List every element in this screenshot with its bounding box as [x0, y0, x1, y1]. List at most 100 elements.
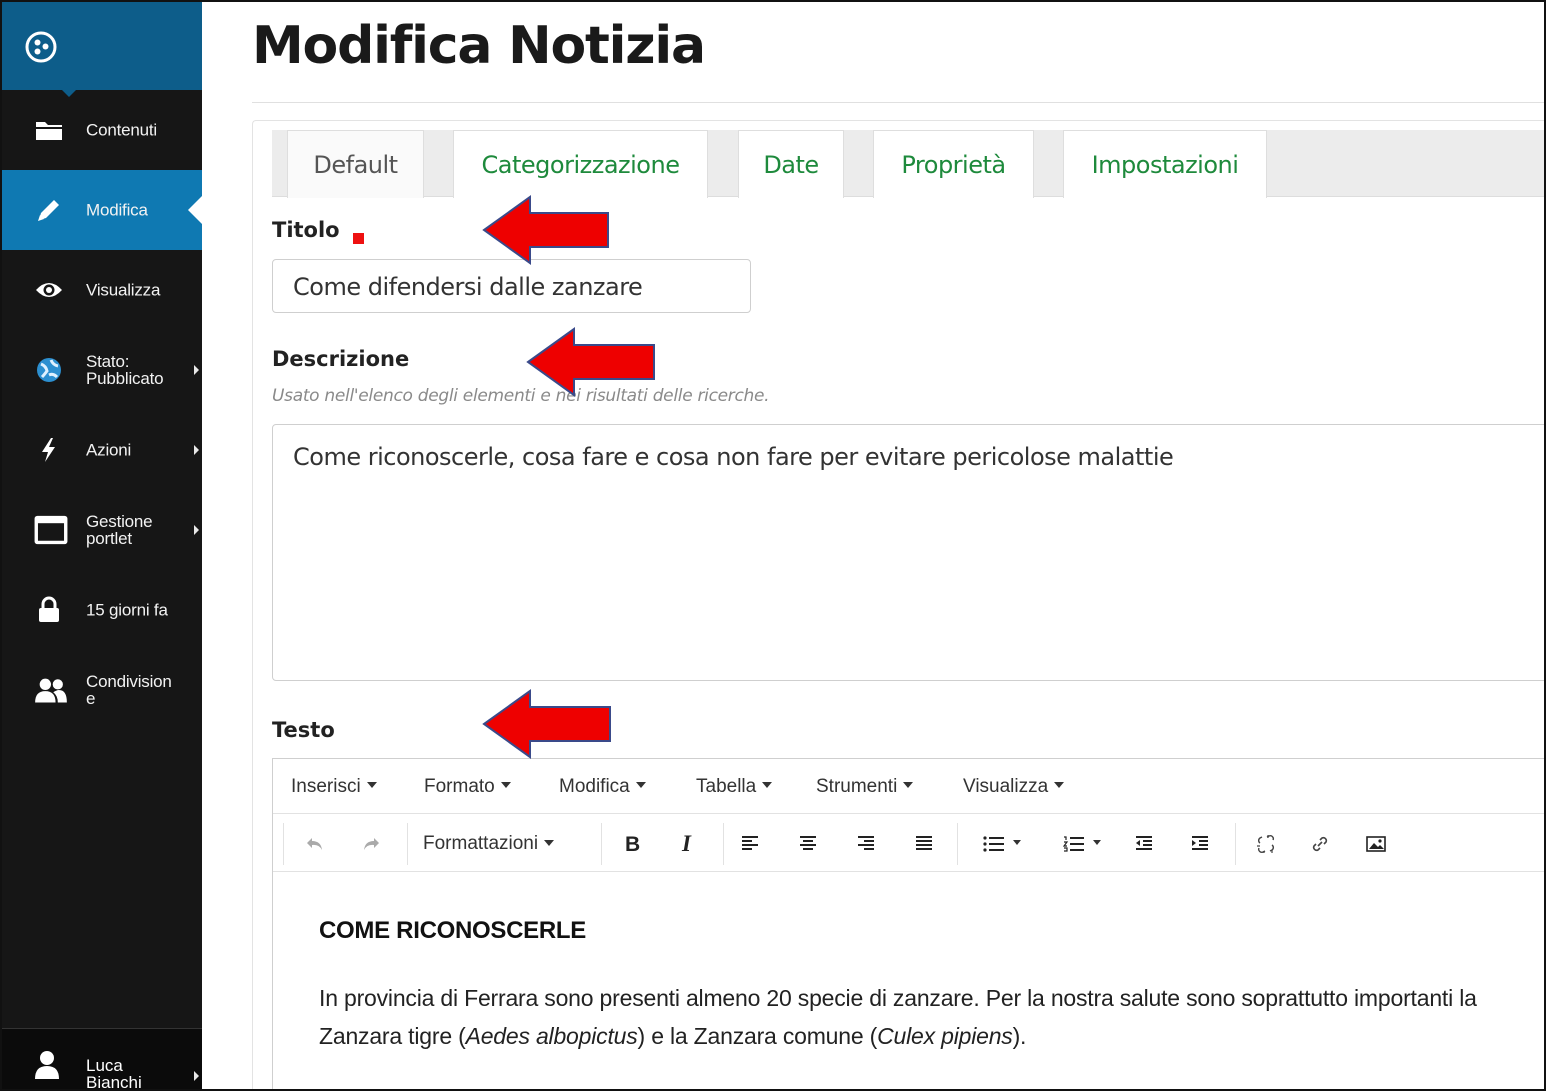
rich-text-editor: Inserisci Formato Modifica Tabella Strum…: [272, 758, 1544, 1089]
italic-button[interactable]: I: [671, 825, 705, 863]
caret-right-icon: [194, 1071, 199, 1081]
title-label: Titolo: [272, 218, 340, 242]
window-icon: [34, 515, 68, 545]
sidebar-item-gestione-portlet[interactable]: Gestione portlet: [2, 490, 202, 570]
image-button[interactable]: [1359, 825, 1393, 863]
folder-icon: [36, 122, 62, 140]
pencil-icon: [38, 200, 59, 221]
formats-dropdown[interactable]: Formattazioni: [423, 825, 583, 863]
divider: [252, 102, 1544, 103]
sidebar-item-lock[interactable]: 15 giorni fa: [2, 570, 202, 650]
menu-strumenti[interactable]: Strumenti: [816, 776, 914, 798]
bullet-list-icon: [983, 836, 1004, 852]
user-icon: [35, 1051, 59, 1079]
indent-button[interactable]: [1183, 825, 1217, 863]
bold-button[interactable]: B: [615, 825, 649, 863]
sidebar-item-label: Contenuti: [86, 120, 157, 140]
svg-text:I: I: [681, 834, 692, 854]
svg-text:B: B: [625, 834, 640, 854]
user-name: Luca Bianchi: [86, 1056, 142, 1091]
eye-icon: [36, 283, 62, 297]
tab-impostazioni[interactable]: Impostazioni: [1063, 130, 1267, 198]
align-right-icon: [858, 836, 874, 850]
menu-inserisci[interactable]: Inserisci: [291, 776, 377, 798]
content-paragraph[interactable]: In provincia di Ferrara sono presenti al…: [319, 979, 1544, 1055]
redo-button[interactable]: [355, 825, 387, 863]
dropdown-arrow-icon: [1093, 840, 1101, 845]
description-textarea[interactable]: Come riconoscerle, cosa fare e cosa non …: [272, 424, 1544, 681]
description-label: Descrizione: [272, 347, 410, 371]
tab-default[interactable]: Default: [287, 130, 424, 198]
bullet-list-button[interactable]: [973, 825, 1031, 863]
menu-formato[interactable]: Formato: [424, 776, 511, 798]
align-right-button[interactable]: [849, 825, 883, 863]
page-title: Modifica Notizia: [252, 16, 706, 76]
caret-right-icon: [194, 365, 199, 375]
sidebar-user[interactable]: Luca Bianchi: [2, 1028, 202, 1091]
dropdown-arrow-icon: [366, 782, 377, 789]
content-heading: COME RICONOSCERLE: [319, 917, 586, 944]
sidebar-item-condivisione[interactable]: Condivision e: [2, 650, 202, 730]
sidebar-item-label: Azioni: [86, 440, 132, 460]
bold-icon: B: [625, 834, 640, 854]
outdent-icon: [1136, 836, 1152, 850]
redo-icon: [364, 838, 379, 850]
sidebar-item-label: Condivision e: [86, 672, 172, 708]
menu-visualizza[interactable]: Visualizza: [963, 776, 1065, 798]
outdent-button[interactable]: [1127, 825, 1161, 863]
sidebar-item-stato[interactable]: Stato: Pubblicato: [2, 330, 202, 410]
italic-icon: I: [681, 834, 692, 854]
title-input[interactable]: Come difendersi dalle zanzare: [272, 259, 751, 313]
sidebar: Contenuti Modifica Visualizza Stato: Pub…: [2, 2, 202, 1091]
sidebar-item-modifica[interactable]: Modifica: [2, 170, 202, 250]
required-marker: [353, 233, 364, 244]
numbered-list-icon: [1063, 836, 1084, 852]
dropdown-arrow-icon: [1054, 782, 1065, 789]
editor-menubar: Inserisci Formato Modifica Tabella Strum…: [273, 759, 1544, 814]
sidebar-item-label: Visualizza: [86, 280, 161, 300]
sidebar-item-azioni[interactable]: Azioni: [2, 410, 202, 490]
plone-logo[interactable]: [2, 2, 202, 97]
tab-categorizzazione[interactable]: Categorizzazione: [453, 130, 708, 198]
sidebar-item-contenuti[interactable]: Contenuti: [2, 90, 202, 170]
text-label: Testo: [272, 718, 335, 742]
dropdown-arrow-icon: [1013, 840, 1021, 845]
undo-icon: [307, 838, 322, 850]
link-button[interactable]: [1303, 825, 1337, 863]
sidebar-item-label: 15 giorni fa: [86, 600, 168, 620]
menu-modifica[interactable]: Modifica: [559, 776, 646, 798]
align-center-icon: [800, 836, 816, 850]
globe-icon: [37, 358, 61, 382]
sidebar-item-label: Stato: Pubblicato: [86, 352, 164, 388]
description-help: Usato nell'elenco degli elementi e nei r…: [272, 386, 770, 406]
menu-tabella[interactable]: Tabella: [696, 776, 773, 798]
users-icon: [35, 678, 67, 703]
unlink-icon: [1257, 835, 1274, 853]
sidebar-item-visualizza[interactable]: Visualizza: [2, 250, 202, 330]
sidebar-item-label: Modifica: [86, 200, 148, 220]
bolt-icon: [42, 438, 55, 462]
dropdown-arrow-icon: [903, 782, 914, 789]
dropdown-arrow-icon: [500, 782, 511, 789]
dropdown-arrow-icon: [635, 782, 646, 789]
undo-button[interactable]: [299, 825, 331, 863]
lock-icon: [39, 596, 59, 622]
caret-right-icon: [194, 525, 199, 535]
tab-date[interactable]: Date: [738, 130, 844, 198]
indent-icon: [1192, 836, 1208, 850]
align-justify-button[interactable]: [907, 825, 941, 863]
dropdown-arrow-icon: [544, 839, 555, 846]
unlink-button[interactable]: [1249, 825, 1283, 863]
align-justify-icon: [916, 836, 932, 850]
caret-right-icon: [194, 445, 199, 455]
annotation-arrow-description: [526, 327, 655, 397]
tab-proprieta[interactable]: Proprietà: [873, 130, 1034, 198]
plone-logo-icon: [25, 31, 57, 63]
editor-toolbar: Formattazioni B I: [273, 815, 1544, 872]
align-left-button[interactable]: [733, 825, 767, 863]
app-window: Contenuti Modifica Visualizza Stato: Pub…: [0, 0, 1546, 1091]
align-center-button[interactable]: [791, 825, 825, 863]
numbered-list-button[interactable]: [1053, 825, 1111, 863]
align-left-icon: [742, 836, 758, 850]
link-icon: [1312, 836, 1328, 852]
